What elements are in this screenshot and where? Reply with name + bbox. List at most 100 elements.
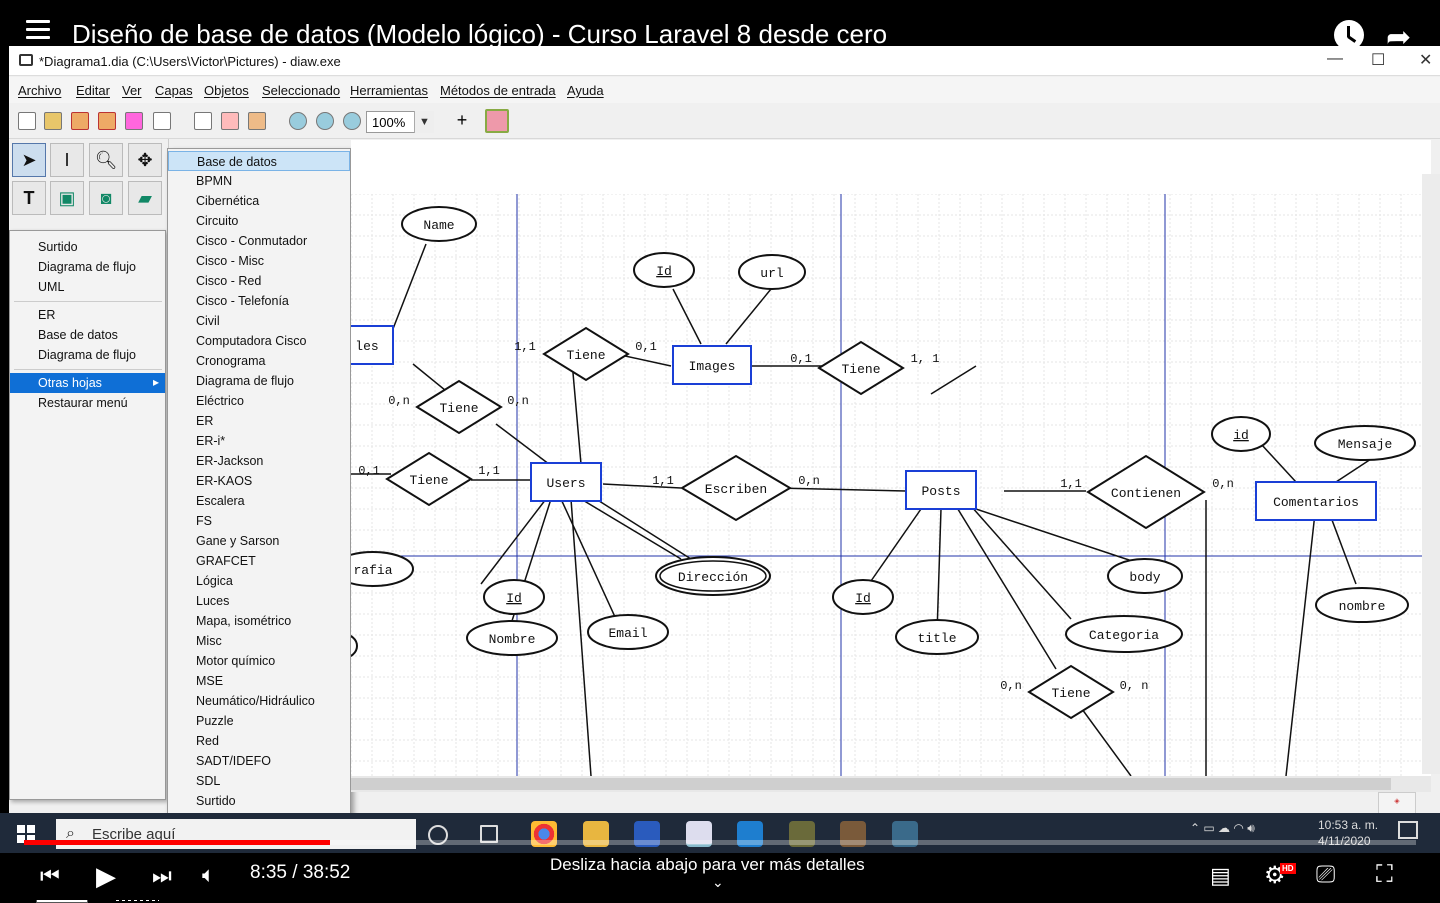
key-attribute-label[interactable]: Id — [656, 264, 672, 279]
er-diagram[interactable]: les Images Users Posts Comentarios Tiene Tiene… — [351, 194, 1422, 776]
entity-label[interactable]: Users — [546, 476, 585, 491]
exit-fullscreen-icon[interactable]: ⛶ — [1376, 861, 1393, 889]
key-attribute-label[interactable]: Id — [506, 591, 522, 606]
cardinality-label[interactable]: 0, n — [1120, 679, 1149, 693]
other-sheet-item[interactable]: SADT/IDEFO — [168, 751, 350, 771]
close-button[interactable]: ✕ — [1419, 50, 1432, 70]
play-icon[interactable]: ▶ — [96, 861, 116, 892]
next-icon[interactable]: ⏭ — [152, 863, 172, 889]
other-sheet-item[interactable]: Escalera — [168, 491, 350, 511]
other-sheet-item[interactable]: ER-KAOS — [168, 471, 350, 491]
relationship-label[interactable]: Tiene — [566, 348, 605, 363]
key-attribute-label[interactable]: id — [1233, 428, 1249, 443]
sheet-diagrama-flujo-2[interactable]: Diagrama de flujo — [10, 345, 165, 365]
relationship-label[interactable]: Contienen — [1111, 486, 1181, 501]
connector-line[interactable] — [1260, 443, 1297, 483]
save-as-icon[interactable] — [98, 112, 116, 130]
connector-line[interactable] — [1335, 458, 1372, 483]
entity-label[interactable]: les — [355, 339, 378, 354]
video-progress-bar[interactable] — [24, 840, 1416, 845]
other-sheet-item[interactable]: ER-i* — [168, 431, 350, 451]
menu-metodos-entrada[interactable]: Métodos de entrada — [440, 83, 556, 98]
open-folder-icon[interactable] — [44, 112, 62, 130]
attribute-label[interactable]: Categoria — [1089, 628, 1159, 643]
attribute-label[interactable]: Email — [608, 626, 647, 641]
attribute-label[interactable]: Nombre — [489, 632, 536, 647]
sheet-base-datos[interactable]: Base de datos — [10, 325, 165, 345]
cardinality-label[interactable]: 1,1 — [478, 464, 500, 478]
other-sheet-item[interactable]: Misc — [168, 631, 350, 651]
entity-label[interactable]: Comentarios — [1273, 495, 1359, 510]
other-sheet-item[interactable]: Lógica — [168, 571, 350, 591]
cardinality-label[interactable]: 0,1 — [358, 464, 380, 478]
other-sheet-item[interactable]: Cisco - Conmutador — [168, 231, 350, 251]
menu-herramientas[interactable]: Herramientas — [350, 83, 428, 98]
other-sheet-item[interactable]: Cronograma — [168, 351, 350, 371]
previous-icon[interactable]: ⏮ — [40, 863, 60, 889]
other-sheet-item[interactable]: Civil — [168, 311, 350, 331]
window-titlebar[interactable]: *Diagrama1.dia (C:\Users\Victor\Pictures… — [9, 46, 1440, 76]
chevron-down-icon[interactable]: ▼ — [414, 111, 434, 133]
other-sheet-item[interactable]: Mapa, isométrico — [168, 611, 350, 631]
new-file-icon[interactable] — [18, 112, 36, 130]
notification-icon[interactable] — [1398, 821, 1418, 839]
cardinality-label[interactable]: 1,1 — [652, 474, 674, 488]
pointer-tool-icon[interactable]: ➤ — [12, 143, 46, 177]
sheet-diagrama-flujo[interactable]: Diagrama de flujo — [10, 257, 165, 277]
other-sheet-item[interactable]: Red — [168, 731, 350, 751]
relationship-label[interactable]: Tiene — [841, 362, 880, 377]
connector-line[interactable] — [970, 505, 1072, 620]
entity-label[interactable]: Posts — [921, 484, 960, 499]
cardinality-label[interactable]: 0,n — [507, 394, 529, 408]
text-tool-icon[interactable]: T — [12, 181, 46, 215]
paste-icon[interactable] — [248, 112, 266, 130]
other-sheet-item[interactable]: Luces — [168, 591, 350, 611]
ellipse-tool-icon[interactable]: ◙ — [89, 181, 123, 215]
cut-icon[interactable] — [221, 112, 239, 130]
box-tool-icon[interactable]: ▣ — [50, 181, 84, 215]
other-sheet-item[interactable]: Gane y Sarson — [168, 531, 350, 551]
other-sheet-item[interactable]: ER-Jackson — [168, 451, 350, 471]
other-sheet-item[interactable]: Eléctrico — [168, 391, 350, 411]
menu-editar[interactable]: Editar — [76, 83, 110, 98]
zoom-fit-icon[interactable] — [316, 112, 334, 130]
other-sheet-item[interactable]: Diagrama de flujo — [168, 371, 350, 391]
other-sheet-item[interactable]: Puzzle — [168, 711, 350, 731]
menu-objetos[interactable]: Objetos — [204, 83, 249, 98]
other-sheet-item[interactable]: Base de datos — [168, 151, 350, 171]
attribute-label[interactable]: rafia — [353, 563, 392, 578]
other-sheet-item[interactable]: FS — [168, 511, 350, 531]
attribute-ellipse[interactable] — [351, 634, 358, 658]
attribute-label[interactable]: body — [1129, 570, 1160, 585]
zoom-out-icon[interactable] — [343, 112, 361, 130]
connector-line[interactable] — [595, 498, 692, 560]
system-tray-icons[interactable]: ⌃ ▭ ☁ ◠ 🔊︎ — [1190, 821, 1255, 836]
entity-label[interactable]: Images — [689, 359, 736, 374]
other-sheet-item[interactable]: SDL — [168, 771, 350, 791]
sheet-er[interactable]: ER — [10, 305, 165, 325]
connector-line[interactable] — [560, 498, 617, 620]
connector-line[interactable] — [960, 503, 1142, 565]
menu-icon[interactable] — [26, 20, 50, 40]
sheet-otras-hojas[interactable]: Otras hojas — [10, 373, 165, 393]
relationship-label[interactable]: Tiene — [1051, 686, 1090, 701]
cardinality-label[interactable]: 0,n — [1000, 679, 1022, 693]
menu-seleccionado[interactable]: Seleccionado — [262, 83, 340, 98]
other-sheet-item[interactable]: Cisco - Red — [168, 271, 350, 291]
subtitles-icon[interactable]: ▤ — [1210, 863, 1231, 889]
connector-line[interactable] — [570, 498, 592, 776]
maximize-button[interactable]: ☐ — [1371, 50, 1385, 70]
connection-points-icon[interactable] — [485, 109, 509, 133]
other-sheet-item[interactable]: GRAFCET — [168, 551, 350, 571]
relationship-label[interactable]: Tiene — [439, 401, 478, 416]
attribute-label[interactable]: Dirección — [678, 570, 748, 585]
menu-capas[interactable]: Capas — [155, 83, 193, 98]
relationship-label[interactable]: Escriben — [705, 482, 767, 497]
other-sheet-item[interactable]: Computadora Cisco — [168, 331, 350, 351]
connector-line[interactable] — [725, 288, 772, 345]
sheet-uml[interactable]: UML — [10, 277, 165, 297]
sheet-surtido[interactable]: Surtido — [10, 237, 165, 257]
relationship-label[interactable]: Tiene — [409, 473, 448, 488]
volume-icon[interactable]: 🔈︎ — [202, 862, 215, 888]
export-icon[interactable] — [125, 112, 143, 130]
